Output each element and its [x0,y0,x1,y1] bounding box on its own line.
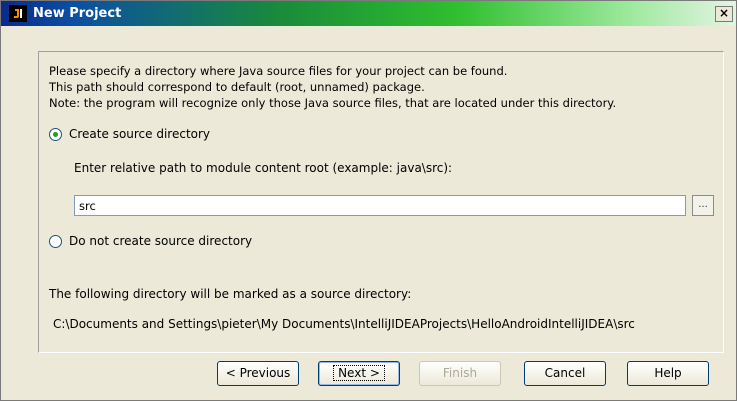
relative-path-hint: Enter relative path to module content ro… [74,161,453,175]
finish-button[interactable]: Finish [419,361,501,386]
create-source-label: Create source directory [69,127,211,141]
do-not-create-label: Do not create source directory [69,234,253,248]
intro-line-2: This path should correspond to default (… [49,80,425,94]
next-button[interactable]: Next > [318,361,400,386]
do-not-create-option[interactable]: Do not create source directory [49,234,252,248]
previous-button[interactable]: < Previous [217,361,299,386]
do-not-create-radio[interactable] [49,234,62,248]
create-source-radio[interactable] [49,127,62,141]
create-source-directory-option[interactable]: Create source directory [49,127,210,141]
intro-text: Please specify a directory where Java so… [49,63,616,111]
source-directory-info-label: The following directory will be marked a… [49,287,412,301]
help-button[interactable]: Help [627,361,709,386]
close-icon: × [718,6,730,20]
browse-ellipsis-icon: ... [698,199,708,210]
source-path-input[interactable] [74,195,686,216]
dialog-title: New Project [33,6,122,21]
next-button-label: Next > [333,365,385,381]
intro-line-3: Note: the program will recognize only th… [49,96,617,110]
cancel-button[interactable]: Cancel [524,361,606,386]
browse-button[interactable]: ... [692,195,714,216]
title-bar[interactable]: New Project × [1,1,736,26]
intro-line-1: Please specify a directory where Java so… [49,64,508,78]
source-directory-path: C:\Documents and Settings\pieter\My Docu… [53,317,635,331]
new-project-dialog: New Project × Please specify a directory… [0,0,737,401]
close-button[interactable]: × [715,6,733,22]
intellij-app-icon [9,5,27,22]
